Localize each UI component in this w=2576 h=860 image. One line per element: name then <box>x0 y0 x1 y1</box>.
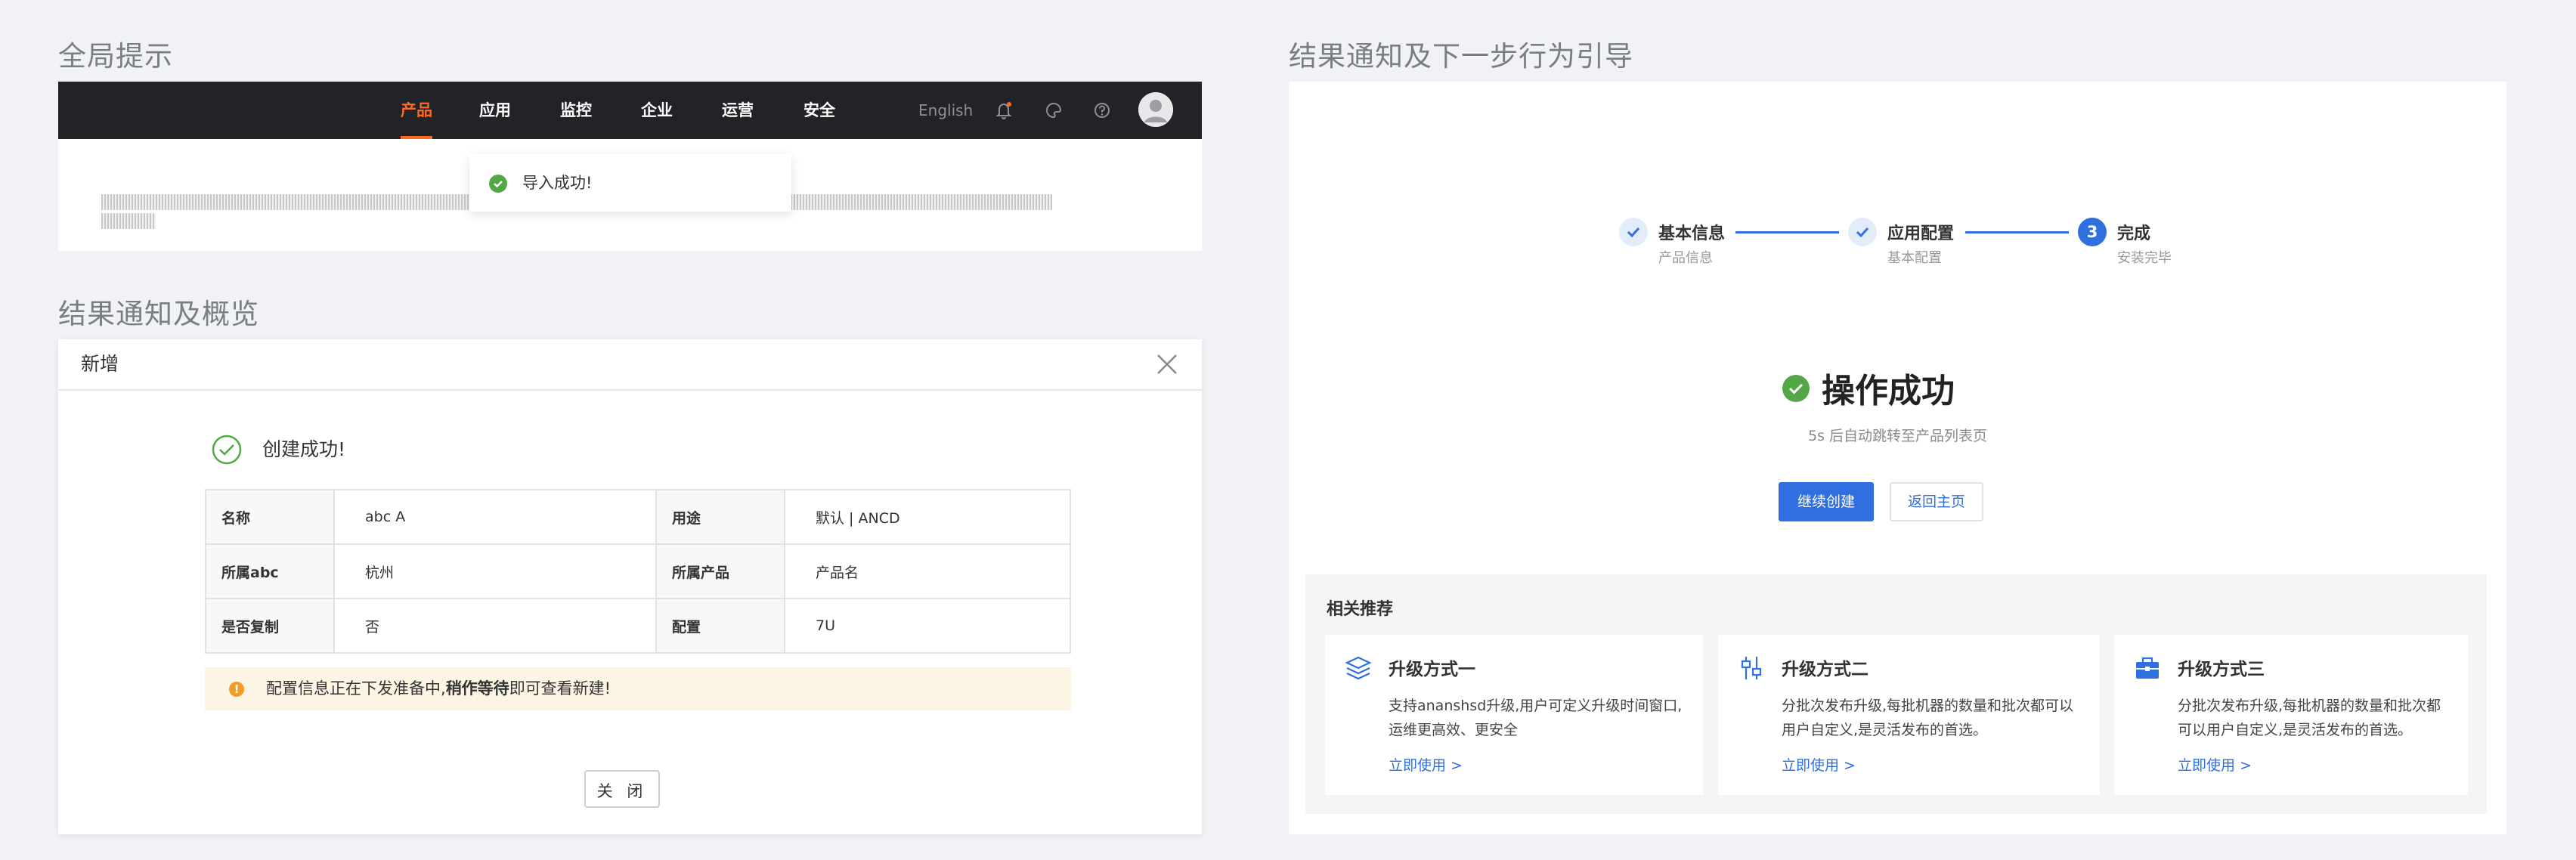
step-connector <box>1965 231 2069 234</box>
palette-icon[interactable] <box>1043 100 1064 121</box>
card-link[interactable]: 立即使用 > <box>1782 754 1856 775</box>
check-icon <box>1856 227 1869 238</box>
success-icon <box>489 175 507 193</box>
step-2-title: 应用配置 <box>1887 224 1955 243</box>
toast-message: 导入成功! <box>469 154 791 212</box>
table-value: 产品名 <box>784 543 1071 599</box>
warning-text: 配置信息正在下发准备中,稍作等待即可查看新建! <box>266 679 611 698</box>
info-table: 名称 abc A 用途 默认 | ANCD 所属abc 杭州 所属产品 产品名 … <box>205 489 1071 654</box>
recommend-card-3[interactable]: 升级方式三 分批次发布升级,每批机器的数量和批次都可以用户自定义,是灵活发布的首… <box>2114 635 2468 795</box>
table-value: 杭州 <box>333 543 657 599</box>
table-value: 默认 | ANCD <box>784 489 1071 545</box>
layers-icon <box>1345 656 1372 680</box>
placeholder-text-line <box>101 213 156 229</box>
step-1-desc: 产品信息 <box>1658 250 1713 266</box>
card-title: 升级方式三 <box>2178 660 2265 679</box>
step-connector <box>1735 231 1839 234</box>
step-2-done <box>1848 218 1877 246</box>
close-icon[interactable] <box>1153 351 1181 378</box>
table-label: 所属abc <box>205 543 335 599</box>
card-desc: 分批次发布升级,每批机器的数量和批次都可以用户自定义,是灵活发布的首选。 <box>1782 698 2074 738</box>
result-title: 创建成功! <box>204 435 345 465</box>
nav-item-security[interactable]: 安全 <box>803 82 835 139</box>
section-title-global-notice: 全局提示 <box>58 40 173 73</box>
card-link[interactable]: 立即使用 > <box>1389 754 1463 775</box>
create-dialog: 新增 创建成功! 名称 abc A 用途 默认 | ANCD 所属abc 杭州 … <box>58 339 1202 834</box>
nav-item-app[interactable]: 应用 <box>479 82 511 139</box>
back-home-button[interactable]: 返回主页 <box>1890 482 1983 521</box>
table-value: abc A <box>333 489 657 545</box>
table-label: 配置 <box>655 598 785 654</box>
nav-item-monitor[interactable]: 监控 <box>560 82 592 139</box>
table-row: 所属abc 杭州 所属产品 产品名 <box>205 543 1071 599</box>
step-3-current: 3 <box>2078 218 2107 246</box>
table-value: 7U <box>784 598 1071 654</box>
success-check-icon <box>212 435 242 465</box>
table-row: 是否复制 否 配置 7U <box>205 598 1071 654</box>
nav-item-product[interactable]: 产品 <box>401 82 432 139</box>
top-navbar: 产品 应用 监控 企业 运营 安全 English <box>58 82 1202 139</box>
continue-create-button[interactable]: 继续创建 <box>1779 482 1874 521</box>
recommendation-title: 相关推荐 <box>1327 600 1394 619</box>
warning-alert: ! 配置信息正在下发准备中,稍作等待即可查看新建! <box>205 667 1071 710</box>
dialog-title: 新增 <box>81 353 119 375</box>
recommend-card-2[interactable]: 升级方式二 分批次发布升级,每批机器的数量和批次都可以用户自定义,是灵活发布的首… <box>1718 635 2100 795</box>
language-switch[interactable]: English <box>918 82 973 139</box>
bell-icon[interactable] <box>993 100 1014 121</box>
step-1-done <box>1619 218 1648 246</box>
success-title: 操作成功 <box>1822 372 1955 410</box>
table-label: 所属产品 <box>655 543 785 599</box>
nav-item-operation[interactable]: 运营 <box>722 82 754 139</box>
help-icon[interactable] <box>1091 100 1113 121</box>
success-icon <box>1782 375 1810 402</box>
avatar[interactable] <box>1138 92 1173 127</box>
result-guide-panel: 基本信息 产品信息 应用配置 基本配置 3 完成 安装完毕 操作成功 5s 后自… <box>1289 82 2506 834</box>
warning-icon: ! <box>229 682 244 697</box>
dialog-header: 新增 <box>58 339 1202 391</box>
step-2-desc: 基本配置 <box>1887 250 1942 266</box>
step-1-title: 基本信息 <box>1658 224 1726 243</box>
section-title-result-guide: 结果通知及下一步行为引导 <box>1289 40 1633 73</box>
card-title: 升级方式一 <box>1389 660 1475 679</box>
card-title: 升级方式二 <box>1782 660 1869 679</box>
result-title-text: 创建成功! <box>262 438 346 460</box>
table-value: 否 <box>333 598 657 654</box>
toast-text: 导入成功! <box>522 174 593 192</box>
section-title-result-overview: 结果通知及概览 <box>58 298 259 330</box>
card-link[interactable]: 立即使用 > <box>2178 754 2252 775</box>
recommend-card-1[interactable]: 升级方式一 支持ananshsd升级,用户可定义升级时间窗口,运维更高效、更安全… <box>1325 635 1703 795</box>
nav-item-enterprise[interactable]: 企业 <box>641 82 673 139</box>
recommendation-section: 相关推荐 升级方式一 支持ananshsd升级,用户可定义升级时间窗口,运维更高… <box>1305 574 2487 814</box>
user-icon <box>1138 92 1173 127</box>
close-button[interactable]: 关 闭 <box>584 770 660 808</box>
table-row: 名称 abc A 用途 默认 | ANCD <box>205 489 1071 545</box>
table-label: 用途 <box>655 489 785 545</box>
table-label: 名称 <box>205 489 335 545</box>
toolbox-icon <box>2136 657 2159 679</box>
step-3-title: 完成 <box>2117 224 2151 243</box>
check-icon <box>1627 227 1640 238</box>
card-desc: 分批次发布升级,每批机器的数量和批次都可以用户自定义,是灵活发布的首选。 <box>2178 698 2441 738</box>
redirect-tip: 5s 后自动跳转至产品列表页 <box>1807 428 1988 444</box>
table-label: 是否复制 <box>205 598 335 654</box>
card-desc: 支持ananshsd升级,用户可定义升级时间窗口,运维更高效、更安全 <box>1389 698 1683 738</box>
step-3-desc: 安装完毕 <box>2117 250 2172 266</box>
global-notice-demo: 产品 应用 监控 企业 运营 安全 English 导入成功! <box>58 82 1202 251</box>
sliders-icon <box>1741 657 1762 679</box>
